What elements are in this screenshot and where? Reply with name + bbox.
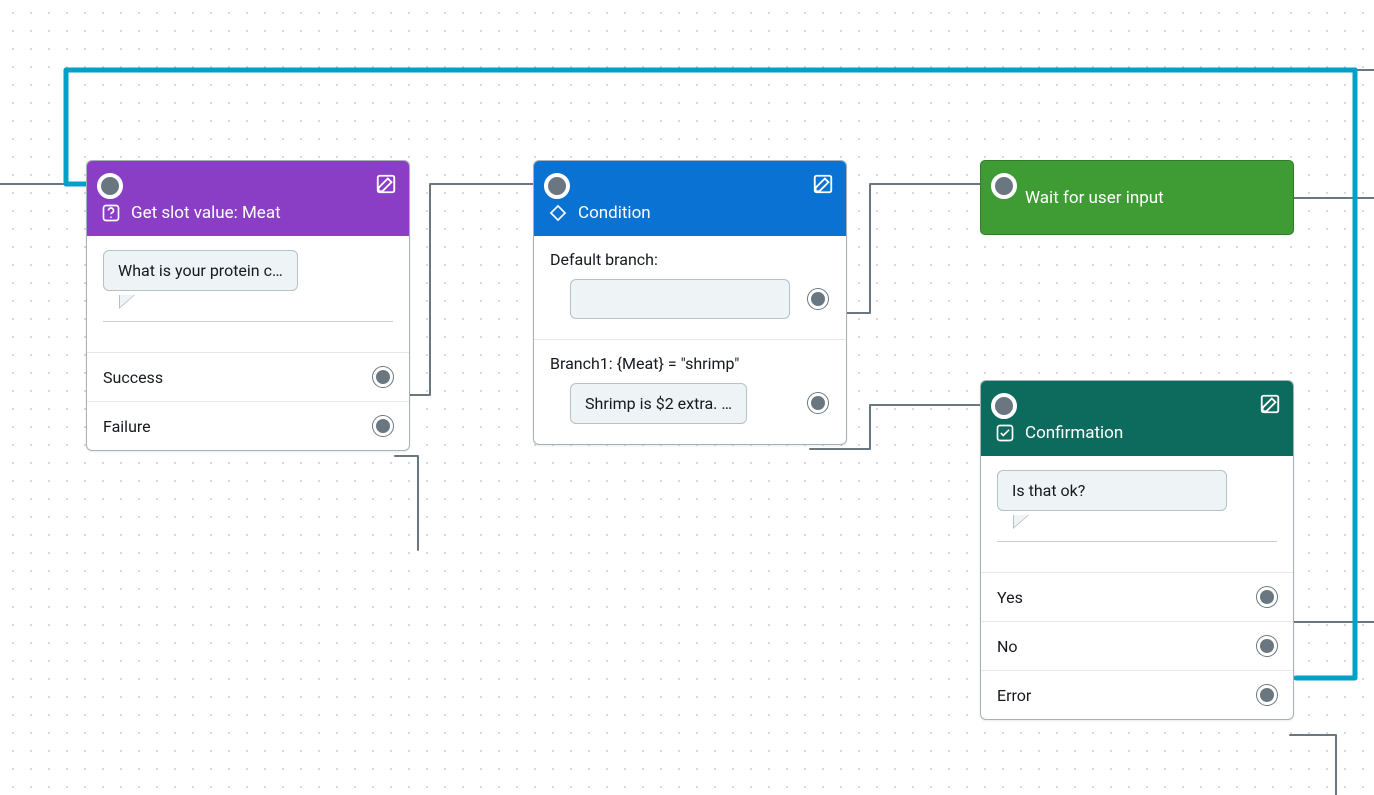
message-bubble[interactable]: Shrimp is $2 extra. … [570, 383, 747, 424]
bubble-tail-icon [119, 295, 135, 309]
edit-icon[interactable] [812, 173, 834, 195]
connector-failure [395, 456, 418, 550]
separator [997, 541, 1277, 542]
diamond-icon [548, 203, 568, 223]
output-port[interactable] [373, 416, 393, 436]
node-header-get-slot[interactable]: Get slot value: Meat [87, 161, 409, 236]
outcome-label: No [997, 637, 1018, 656]
outcome-label: Failure [103, 417, 151, 436]
outcome-yes[interactable]: Yes [981, 572, 1293, 621]
outcome-error[interactable]: Error [981, 670, 1293, 719]
node-header-wait[interactable]: Wait for user input [980, 160, 1294, 235]
node-get-slot[interactable]: Get slot value: Meat What is your protei… [86, 160, 410, 451]
input-port[interactable] [991, 393, 1017, 419]
message-bubble[interactable] [570, 279, 790, 319]
outcome-label: Success [103, 368, 163, 387]
output-port[interactable] [1257, 685, 1277, 705]
edit-icon[interactable] [1259, 393, 1281, 415]
node-title: Get slot value: Meat [131, 203, 281, 223]
outcome-label: Yes [997, 588, 1023, 607]
node-body: Is that ok? [981, 456, 1293, 572]
prompt-bubble[interactable]: Is that ok? [997, 470, 1227, 511]
outcome-label: Error [997, 686, 1031, 705]
output-port[interactable] [373, 367, 393, 387]
node-header-condition[interactable]: Condition [534, 161, 846, 236]
output-port[interactable] [1257, 587, 1277, 607]
question-slot-icon [101, 203, 121, 223]
separator [103, 321, 393, 322]
output-port[interactable] [808, 393, 828, 413]
outcome-failure[interactable]: Failure [87, 401, 409, 450]
connector-success-condition [395, 184, 540, 395]
node-condition[interactable]: Condition Default branch: Branch1: {Meat… [533, 160, 847, 445]
node-body: What is your protein c… [87, 236, 409, 352]
connector-error-out [1290, 735, 1336, 795]
input-port[interactable] [97, 173, 123, 199]
output-port[interactable] [1257, 636, 1277, 656]
connector-highlight-right [1296, 70, 1355, 678]
outcome-list: Success Failure [87, 352, 409, 450]
branch-default[interactable] [534, 279, 846, 339]
node-title: Confirmation [1025, 423, 1123, 443]
outcome-list: Yes No Error [981, 572, 1293, 719]
bubble-tail-icon [1013, 515, 1029, 529]
edit-icon[interactable] [375, 173, 397, 195]
node-header-confirmation[interactable]: Confirmation [981, 381, 1293, 456]
node-wait[interactable]: Wait for user input [980, 160, 1294, 235]
output-port[interactable] [808, 289, 828, 309]
input-port[interactable] [544, 173, 570, 199]
outcome-success[interactable]: Success [87, 352, 409, 401]
outcome-no[interactable]: No [981, 621, 1293, 670]
input-port[interactable] [991, 173, 1017, 199]
checkbox-icon [995, 423, 1015, 443]
branch-label-default: Default branch: [534, 236, 846, 279]
branch-1[interactable]: Shrimp is $2 extra. … [534, 383, 846, 444]
node-confirmation[interactable]: Confirmation Is that ok? Yes No Error [980, 380, 1294, 720]
prompt-bubble[interactable]: What is your protein c… [103, 250, 298, 291]
node-title: Wait for user input [1025, 188, 1164, 208]
node-title: Condition [578, 203, 651, 223]
branch-label-1: Branch1: {Meat} = "shrimp" [534, 340, 846, 383]
